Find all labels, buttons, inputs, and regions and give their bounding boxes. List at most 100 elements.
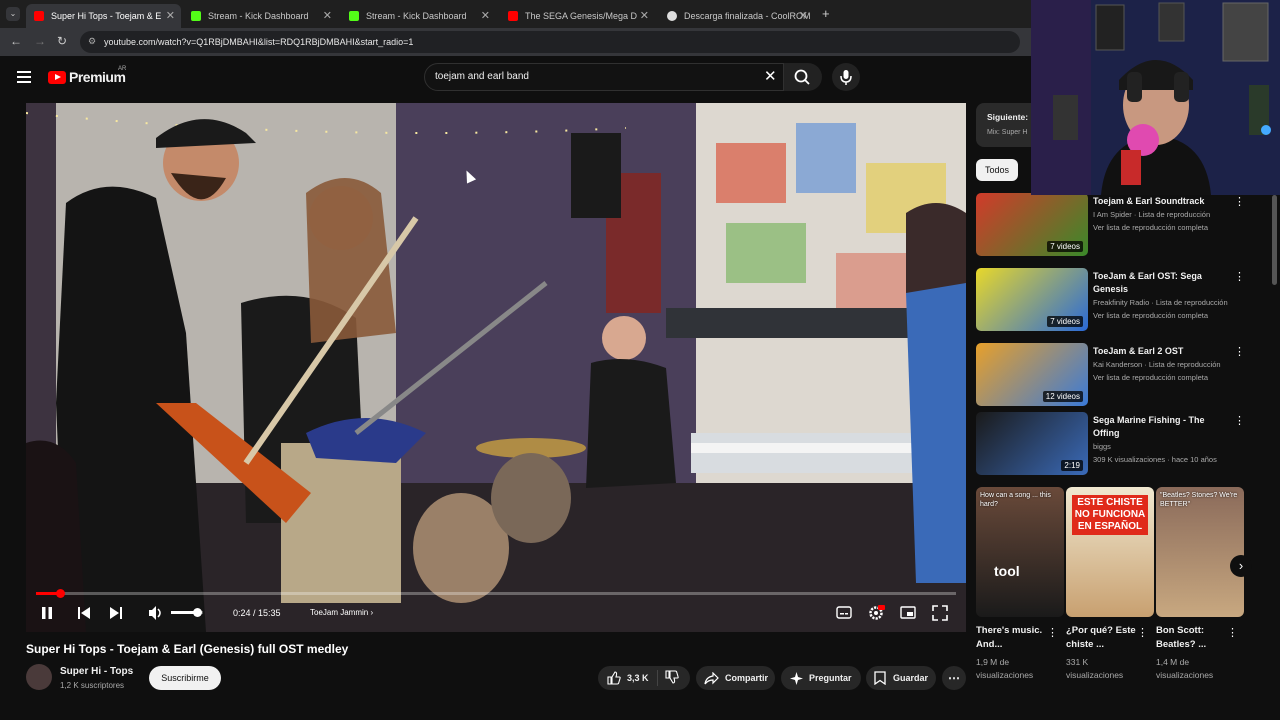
- item-title[interactable]: Sega Marine Fishing - The Offing: [1093, 414, 1223, 440]
- item-channel-meta: biggs: [1093, 442, 1111, 451]
- previous-icon[interactable]: [77, 606, 91, 620]
- time-display: 0:24 / 15:35: [233, 608, 281, 618]
- close-tab-icon[interactable]: ✕: [166, 9, 175, 22]
- back-arrow-icon[interactable]: ←: [10, 34, 22, 48]
- video-player[interactable]: [26, 103, 966, 632]
- short-overlay-text: How can a song ... this hard?: [980, 492, 1051, 508]
- item-thumbnail[interactable]: 12 videos: [976, 343, 1088, 406]
- playlist-item[interactable]: 12 videos ToeJam & Earl 2 OST Kai Kanderso…: [976, 343, 1256, 409]
- tab-title: Super Hi Tops - Toejam & E: [51, 11, 162, 21]
- short-views: 1,9 M de visualizaciones: [976, 657, 1034, 680]
- tab-list-chevron-icon[interactable]: ⌄: [6, 7, 20, 21]
- item-badge: 2:19: [1061, 460, 1083, 471]
- short-thumbnail[interactable]: How can a song ... this hard? tool: [976, 487, 1064, 617]
- item-secondary-meta[interactable]: Ver lista de reproducción completa: [1093, 373, 1208, 382]
- item-thumbnail[interactable]: 2:19: [976, 412, 1088, 475]
- next-icon[interactable]: [109, 606, 123, 620]
- fullscreen-icon[interactable]: [932, 605, 948, 621]
- share-label: Compartir: [725, 673, 769, 683]
- more-vertical-icon[interactable]: ⋮: [1234, 195, 1245, 208]
- subtitles-icon[interactable]: [836, 606, 852, 620]
- tab-coolrom[interactable]: Descarga finalizada - CoolROM ✕: [659, 4, 814, 28]
- close-tab-icon[interactable]: ✕: [481, 9, 490, 22]
- close-tab-icon[interactable]: ✕: [799, 9, 808, 22]
- item-secondary-meta[interactable]: Ver lista de reproducción completa: [1093, 223, 1208, 232]
- more-vertical-icon[interactable]: ⋮: [1227, 626, 1238, 639]
- item-thumbnail[interactable]: 7 videos: [976, 268, 1088, 331]
- channel-avatar[interactable]: [26, 664, 52, 690]
- item-title[interactable]: Toejam & Earl Soundtrack: [1093, 195, 1223, 208]
- short-thumbnail[interactable]: "Beatles? Stones? We're BETTER": [1156, 487, 1244, 617]
- sparkle-icon: [790, 671, 803, 685]
- tab-sega-genesis[interactable]: The SEGA Genesis/Mega D ✕: [500, 4, 655, 28]
- volume-icon[interactable]: [148, 605, 164, 621]
- next-up-panel[interactable]: Siguiente: Mix: Super H: [976, 103, 1036, 147]
- item-badge: 7 videos: [1047, 241, 1083, 252]
- youtube-premium-logo[interactable]: Premium AR: [48, 66, 126, 85]
- dislike-button[interactable]: [658, 670, 679, 686]
- voice-search-button[interactable]: [832, 63, 860, 91]
- tab-super-hi-tops[interactable]: Super Hi Tops - Toejam & E ✕: [26, 4, 181, 28]
- more-vertical-icon[interactable]: ⋮: [1047, 626, 1058, 639]
- like-count: 3,3 K: [627, 673, 649, 683]
- item-thumbnail[interactable]: 7 videos: [976, 193, 1088, 256]
- url-field[interactable]: ⚙ youtube.com/watch?v=Q1RBjDMBAHI&list=R…: [80, 31, 1020, 53]
- clear-search-icon[interactable]: ✕: [764, 67, 777, 85]
- more-vertical-icon[interactable]: ⋮: [1234, 345, 1245, 358]
- sidebar-scrollbar[interactable]: [1272, 195, 1277, 285]
- progress-track[interactable]: [36, 589, 956, 598]
- close-tab-icon[interactable]: ✕: [640, 9, 649, 22]
- miniplayer-icon[interactable]: [900, 606, 916, 620]
- playlist-item[interactable]: 7 videos Toejam & Earl Soundtrack I Am Spi…: [976, 193, 1256, 259]
- search-input[interactable]: toejam and earl band: [424, 63, 784, 91]
- filter-chip-all[interactable]: Todos: [976, 159, 1018, 181]
- settings-gear-icon[interactable]: [867, 604, 885, 622]
- item-title[interactable]: ToeJam & Earl 2 OST: [1093, 345, 1223, 358]
- short-title[interactable]: There's music. And...: [976, 624, 1058, 652]
- progress-scrubber[interactable]: [55, 589, 65, 598]
- tab-kick-dashboard-2[interactable]: Stream - Kick Dashboard ✕: [341, 4, 496, 28]
- youtube-header: Premium AR toejam and earl band ✕: [0, 56, 1030, 98]
- chapter-button[interactable]: ToeJam Jammin ›: [310, 608, 373, 617]
- site-info-icon[interactable]: ⚙: [88, 36, 96, 47]
- hamburger-menu-icon[interactable]: [17, 71, 31, 83]
- playlist-item[interactable]: 2:19 Sega Marine Fishing - The Offing bigg…: [976, 412, 1256, 478]
- volume-slider[interactable]: [171, 608, 203, 617]
- search-button[interactable]: [784, 63, 822, 91]
- more-actions-button[interactable]: ⋯: [942, 666, 966, 690]
- reload-icon[interactable]: ↻: [57, 34, 67, 48]
- subscribe-button[interactable]: Suscribirme: [149, 666, 221, 690]
- playlist-item[interactable]: 7 videos ToeJam & Earl OST: Sega Genesis F…: [976, 268, 1256, 334]
- next-mix-title: Mix: Super H: [987, 129, 1028, 136]
- bookmark-icon: [874, 671, 886, 685]
- volume-knob[interactable]: [192, 608, 202, 617]
- shorts-next-arrow-icon[interactable]: ›: [1230, 555, 1252, 577]
- short-overlay-text: ESTE CHISTE NO FUNCIONA EN ESPAÑOL: [1072, 495, 1148, 535]
- pause-icon[interactable]: [40, 606, 54, 620]
- tab-kick-dashboard-1[interactable]: Stream - Kick Dashboard ✕: [183, 4, 338, 28]
- short-title[interactable]: Bon Scott: Beatles? ...: [1156, 624, 1238, 652]
- subscriber-count: 1,2 K suscriptores: [60, 681, 125, 690]
- short-views: 331 K visualizaciones: [1066, 657, 1124, 680]
- close-tab-icon[interactable]: ✕: [323, 9, 332, 22]
- next-label: Siguiente:: [987, 112, 1029, 122]
- short-thumbnail[interactable]: ESTE CHISTE NO FUNCIONA EN ESPAÑOL: [1066, 487, 1154, 617]
- item-secondary-meta[interactable]: Ver lista de reproducción completa: [1093, 311, 1208, 320]
- short-title[interactable]: ¿Por qué? Este chiste ...: [1066, 624, 1148, 652]
- youtube-play-logo-icon: [48, 70, 66, 84]
- forward-arrow-icon[interactable]: →: [34, 34, 46, 48]
- more-vertical-icon[interactable]: ⋮: [1234, 270, 1245, 283]
- share-button[interactable]: Compartir: [696, 666, 775, 690]
- video-frame-band-scene: [26, 103, 966, 632]
- like-button[interactable]: 3,3 K: [598, 670, 658, 686]
- ask-button[interactable]: Preguntar: [781, 666, 861, 690]
- more-vertical-icon[interactable]: ⋮: [1234, 414, 1245, 427]
- channel-name[interactable]: Super Hi - Tops: [60, 666, 133, 677]
- save-button[interactable]: Guardar: [866, 666, 936, 690]
- item-title[interactable]: ToeJam & Earl OST: Sega Genesis: [1093, 270, 1223, 296]
- ask-label: Preguntar: [809, 673, 852, 683]
- more-vertical-icon[interactable]: ⋮: [1137, 626, 1148, 639]
- chevron-right-icon: ›: [370, 608, 374, 617]
- new-tab-plus-icon[interactable]: +: [822, 6, 830, 21]
- tab-title: Descarga finalizada - CoolROM: [684, 11, 811, 21]
